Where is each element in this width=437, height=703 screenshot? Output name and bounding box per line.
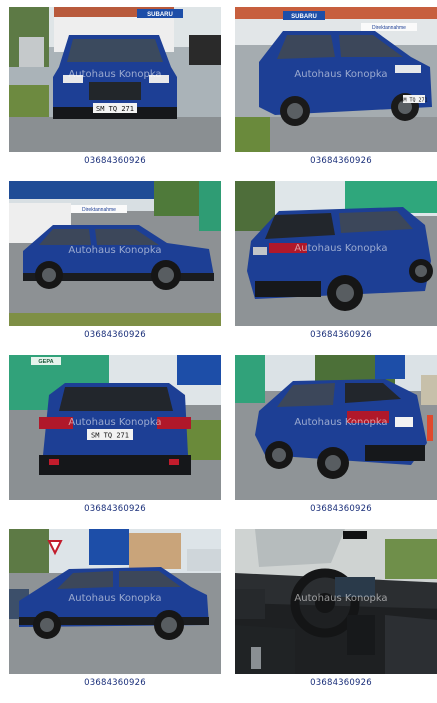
gallery-item: Direktannahme Autohaus Konopka 036843609… (9, 181, 221, 355)
gallery-item: Autohaus Konopka 03684360926 (9, 529, 221, 703)
photo-id-label: 03684360926 (84, 156, 146, 166)
gallery-item: SUBARU SM TQ 271 Autohaus Konopka 036843… (9, 7, 221, 181)
car-photo-side-left[interactable]: Autohaus Konopka (9, 529, 221, 674)
gallery-item: SUBARU Direktannahme SM TQ 271 Autohaus … (235, 7, 437, 181)
dealer-sign-text: Direktannahme (82, 207, 116, 213)
photo-id-label: 03684360926 (310, 156, 372, 166)
license-plate: SM TQ 271 (400, 98, 427, 104)
car-photo-front-right[interactable]: SUBARU Direktannahme SM TQ 271 Autohaus … (235, 7, 437, 152)
car-photo-interior[interactable]: Autohaus Konopka (235, 529, 437, 674)
photo-gallery: SUBARU SM TQ 271 Autohaus Konopka 036843… (0, 0, 437, 688)
car-photo-rear-right[interactable]: Autohaus Konopka (235, 355, 437, 500)
photo-id-label: 03684360926 (84, 330, 146, 340)
fuel-sign-text: GEPA (38, 359, 53, 365)
dealer-sign-text: Direktannahme (372, 25, 406, 31)
gallery-item: GEPA SM TQ 271 Autohaus Konopka 03684360… (9, 355, 221, 529)
gallery-item: Autohaus Konopka 03684360926 (235, 355, 437, 529)
car-photo-front[interactable]: SUBARU SM TQ 271 Autohaus Konopka (9, 7, 221, 152)
car-photo-rear-left[interactable]: Autohaus Konopka (235, 181, 437, 326)
car-photo-side-right[interactable]: Direktannahme Autohaus Konopka (9, 181, 221, 326)
car-photo-rear[interactable]: GEPA SM TQ 271 Autohaus Konopka (9, 355, 221, 500)
subaru-sign-text: SUBARU (147, 12, 173, 18)
photo-id-label: 03684360926 (310, 504, 372, 514)
license-plate: SM TQ 271 (91, 432, 129, 440)
gallery-item: Autohaus Konopka 03684360926 (235, 181, 437, 355)
subaru-sign-text: SUBARU (291, 14, 317, 20)
photo-id-label: 03684360926 (310, 330, 372, 340)
gallery-item: Autohaus Konopka 03684360926 (235, 529, 437, 703)
photo-id-label: 03684360926 (84, 504, 146, 514)
license-plate: SM TQ 271 (96, 105, 134, 113)
